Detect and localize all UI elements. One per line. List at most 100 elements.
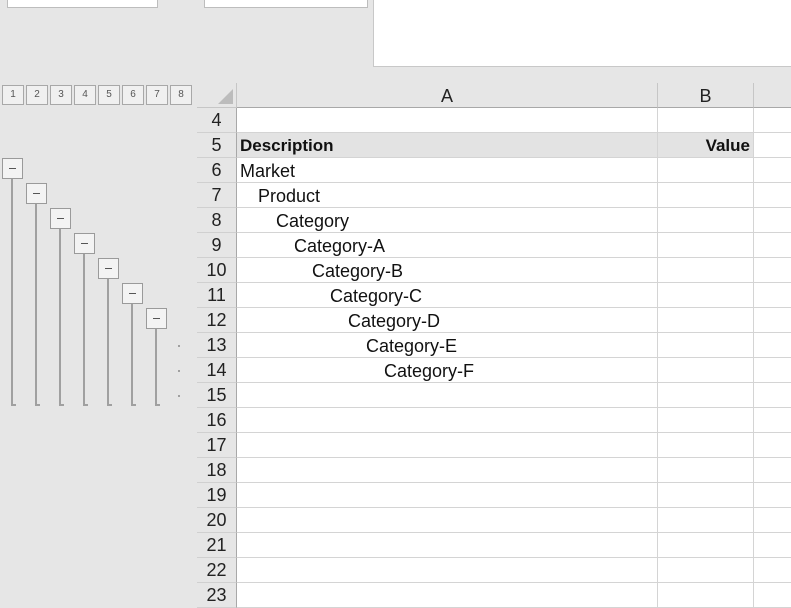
cell-b[interactable] [658, 408, 754, 433]
row-header[interactable]: 15 [197, 383, 237, 408]
cell-b[interactable] [658, 433, 754, 458]
cell-a[interactable] [237, 533, 658, 558]
cell-b[interactable] [658, 483, 754, 508]
outline-level-8-button[interactable]: 8 [170, 85, 192, 105]
outline-collapse-button[interactable] [26, 183, 47, 204]
cell-a[interactable] [237, 458, 658, 483]
outline-collapse-button[interactable] [2, 158, 23, 179]
cell-c[interactable] [754, 483, 791, 508]
row-header[interactable]: 7 [197, 183, 237, 208]
cell-a[interactable] [237, 558, 658, 583]
row-header[interactable]: 10 [197, 258, 237, 283]
cell-a[interactable] [237, 483, 658, 508]
top-input-box[interactable] [7, 0, 158, 8]
cell-a[interactable]: Category-D [237, 308, 658, 333]
row-header[interactable]: 19 [197, 483, 237, 508]
cell-c[interactable] [754, 258, 791, 283]
outline-level-1-button[interactable]: 1 [2, 85, 24, 105]
cell-c[interactable] [754, 133, 791, 158]
cell-c[interactable] [754, 433, 791, 458]
row-header[interactable]: 9 [197, 233, 237, 258]
cell-b[interactable] [658, 108, 754, 133]
outline-collapse-button[interactable] [122, 283, 143, 304]
cell-c[interactable] [754, 108, 791, 133]
cell-b[interactable] [658, 458, 754, 483]
cell-a[interactable] [237, 108, 658, 133]
cell-a[interactable]: Description [237, 133, 658, 158]
cell-c[interactable] [754, 333, 791, 358]
cell-c[interactable] [754, 508, 791, 533]
cell-b[interactable] [658, 383, 754, 408]
cell-a[interactable]: Category-E [237, 333, 658, 358]
outline-level-2-button[interactable]: 2 [26, 85, 48, 105]
cell-b[interactable] [658, 308, 754, 333]
outline-level-7-button[interactable]: 7 [146, 85, 168, 105]
cell-c[interactable] [754, 183, 791, 208]
cell-c[interactable] [754, 208, 791, 233]
outline-collapse-button[interactable] [98, 258, 119, 279]
cell-b[interactable] [658, 233, 754, 258]
cell-b[interactable] [658, 558, 754, 583]
cell-c[interactable] [754, 458, 791, 483]
row-header[interactable]: 13 [197, 333, 237, 358]
row-header[interactable]: 21 [197, 533, 237, 558]
column-header-b[interactable]: B [658, 83, 754, 108]
cell-b[interactable] [658, 358, 754, 383]
outline-level-5-button[interactable]: 5 [98, 85, 120, 105]
row-header[interactable]: 18 [197, 458, 237, 483]
cell-a[interactable] [237, 583, 658, 608]
cell-a[interactable] [237, 408, 658, 433]
row-header[interactable]: 12 [197, 308, 237, 333]
row-header[interactable]: 8 [197, 208, 237, 233]
outline-level-4-button[interactable]: 4 [74, 85, 96, 105]
cell-b[interactable] [658, 508, 754, 533]
cell-c[interactable] [754, 383, 791, 408]
cell-a[interactable]: Market [237, 158, 658, 183]
outline-collapse-button[interactable] [50, 208, 71, 229]
cell-b[interactable] [658, 158, 754, 183]
cell-b[interactable]: Value [658, 133, 754, 158]
cell-a[interactable]: Category-C [237, 283, 658, 308]
cell-a[interactable]: Product [237, 183, 658, 208]
cell-b[interactable] [658, 333, 754, 358]
row-header[interactable]: 14 [197, 358, 237, 383]
cell-a[interactable] [237, 383, 658, 408]
outline-collapse-button[interactable] [74, 233, 95, 254]
select-all-corner[interactable] [197, 83, 237, 108]
row-header[interactable]: 17 [197, 433, 237, 458]
row-header[interactable]: 23 [197, 583, 237, 608]
cell-a[interactable] [237, 508, 658, 533]
cell-b[interactable] [658, 533, 754, 558]
top-formula-box[interactable] [204, 0, 368, 8]
cell-c[interactable] [754, 533, 791, 558]
cell-b[interactable] [658, 183, 754, 208]
cell-c[interactable] [754, 408, 791, 433]
cell-a[interactable]: Category [237, 208, 658, 233]
cell-a[interactable] [237, 433, 658, 458]
cell-c[interactable] [754, 308, 791, 333]
row-header[interactable]: 4 [197, 108, 237, 133]
cell-b[interactable] [658, 583, 754, 608]
row-header[interactable]: 16 [197, 408, 237, 433]
cell-a[interactable]: Category-F [237, 358, 658, 383]
outline-collapse-button[interactable] [146, 308, 167, 329]
cell-b[interactable] [658, 283, 754, 308]
row-header[interactable]: 6 [197, 158, 237, 183]
column-header-a[interactable]: A [237, 83, 658, 108]
row-header[interactable]: 11 [197, 283, 237, 308]
column-header-c[interactable] [754, 83, 791, 108]
cell-c[interactable] [754, 158, 791, 183]
cell-c[interactable] [754, 233, 791, 258]
cell-b[interactable] [658, 258, 754, 283]
cell-a[interactable]: Category-A [237, 233, 658, 258]
cell-a[interactable]: Category-B [237, 258, 658, 283]
cell-c[interactable] [754, 358, 791, 383]
outline-level-3-button[interactable]: 3 [50, 85, 72, 105]
cell-b[interactable] [658, 208, 754, 233]
outline-level-6-button[interactable]: 6 [122, 85, 144, 105]
row-header[interactable]: 5 [197, 133, 237, 158]
cell-c[interactable] [754, 583, 791, 608]
row-header[interactable]: 20 [197, 508, 237, 533]
cell-c[interactable] [754, 283, 791, 308]
cell-c[interactable] [754, 558, 791, 583]
